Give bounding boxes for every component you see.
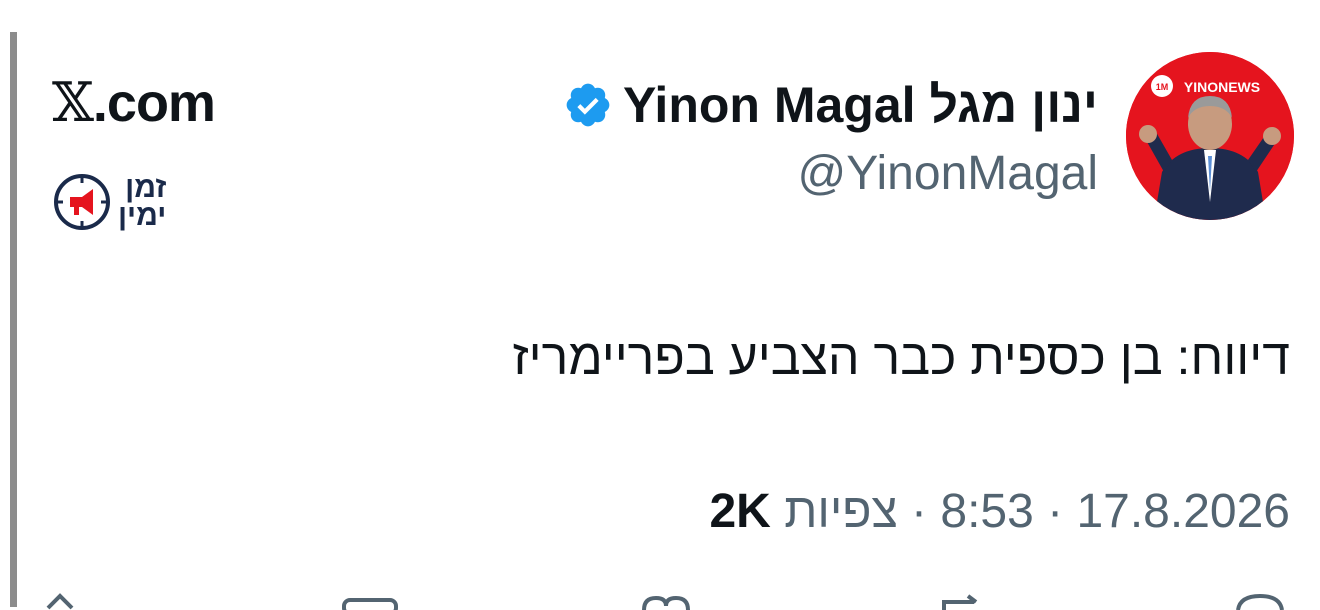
- author-handle[interactable]: @YinonMagal: [798, 146, 1098, 201]
- tweet-date[interactable]: 17.8.2026: [1076, 484, 1290, 539]
- tweet-meta: 17.8.2026 · 8:53 · צפיות 2K: [709, 484, 1290, 539]
- reply-icon[interactable]: [1230, 590, 1290, 610]
- quote-bar: [10, 32, 17, 607]
- avatar-badge: YINONEWS: [1184, 79, 1260, 95]
- views-label: צפיות: [784, 485, 898, 538]
- zman-yamin-logo: זמן ימין: [52, 172, 166, 232]
- like-icon[interactable]: [636, 590, 696, 610]
- bookmark-icon[interactable]: [340, 590, 400, 610]
- retweet-icon[interactable]: [934, 590, 994, 610]
- author-name[interactable]: Yinon Magal ינון מגל: [563, 76, 1098, 134]
- x-com-brand[interactable]: 𝕏.com: [52, 76, 216, 131]
- action-bar: [0, 590, 1320, 610]
- x-logo-icon: 𝕏: [52, 71, 94, 134]
- views-count: 2K: [709, 485, 771, 538]
- tweet-text: דיווח: בן כספית כבר הצביע בפריימריז: [512, 329, 1291, 385]
- verified-badge-icon: [566, 83, 610, 127]
- zman-yamin-wordmark: זמן ימין: [118, 171, 167, 232]
- share-icon[interactable]: [30, 590, 90, 610]
- avatar[interactable]: 1M YINONEWS: [1126, 52, 1294, 220]
- avatar-badge-small: 1M: [1156, 82, 1169, 92]
- clock-megaphone-icon: [54, 174, 110, 230]
- avatar-photo: 1M YINONEWS: [1126, 52, 1294, 220]
- tweet-time[interactable]: 8:53: [940, 484, 1033, 539]
